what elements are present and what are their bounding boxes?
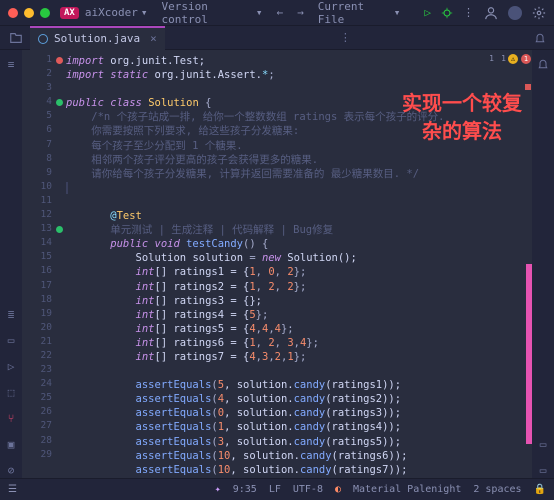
line-sep[interactable]: LF — [269, 484, 281, 495]
todo-icon[interactable]: ☰ — [8, 484, 17, 495]
theme[interactable]: Material Palenight — [353, 484, 461, 495]
build-icon[interactable]: ⬚ — [3, 384, 19, 400]
line-number[interactable]: 8 — [22, 153, 66, 167]
line-number[interactable]: 29 — [22, 449, 66, 463]
line-number[interactable]: 6 — [22, 124, 66, 138]
db-tool[interactable]: ▭ — [535, 436, 551, 452]
line-number[interactable]: 7 — [22, 139, 66, 153]
line-number[interactable]: 18 — [22, 294, 66, 308]
line-number[interactable]: 27 — [22, 420, 66, 434]
line-number[interactable]: 5 — [22, 110, 66, 124]
ai-status[interactable]: ✦ — [215, 484, 221, 495]
settings-icon[interactable] — [532, 6, 546, 20]
chevron-down-icon: ▾ — [256, 6, 263, 19]
line-number[interactable]: 21 — [22, 336, 66, 350]
change-mark[interactable] — [526, 264, 532, 444]
right-tool2[interactable]: ▭ — [535, 462, 551, 478]
gutter: 1234567891011121314151617181920212223242… — [22, 50, 66, 478]
line-number[interactable]: 12 — [22, 209, 66, 223]
line-number[interactable]: 14 — [22, 237, 66, 251]
tab-row: Solution.java × ⋮ — [0, 26, 554, 50]
chevron-down-icon: ▾ — [141, 6, 148, 19]
line-number[interactable]: 25 — [22, 392, 66, 406]
maximize-window[interactable] — [40, 8, 50, 18]
notifications-tool[interactable] — [535, 56, 551, 72]
run-button[interactable]: ▷ — [424, 6, 431, 19]
file-tab[interactable]: Solution.java × — [30, 26, 165, 50]
structure-icon[interactable]: ≣ — [3, 306, 19, 322]
error-mark[interactable] — [525, 84, 531, 90]
line-number[interactable]: 3 — [22, 82, 66, 96]
close-tab-icon[interactable]: × — [150, 32, 157, 45]
line-number[interactable]: 24 — [22, 378, 66, 392]
theme-icon: ◐ — [335, 484, 341, 495]
menu-icon[interactable]: ≡ — [3, 56, 19, 72]
avatar[interactable] — [508, 6, 522, 20]
line-number[interactable]: 15 — [22, 251, 66, 265]
close-window[interactable] — [8, 8, 18, 18]
more-run-icon[interactable]: ⋮ — [463, 6, 474, 19]
bookmark-icon[interactable]: ▭ — [3, 332, 19, 348]
line-number[interactable]: 28 — [22, 435, 66, 449]
line-number[interactable]: 20 — [22, 322, 66, 336]
code-area[interactable]: import org.junit.Test; import static org… — [66, 50, 532, 478]
terminal-icon[interactable]: ▣ — [3, 436, 19, 452]
line-number[interactable]: 19 — [22, 308, 66, 322]
marker-bar[interactable]: 1 ⚠ 1 1 — [522, 50, 532, 478]
line-number[interactable]: 17 — [22, 280, 66, 294]
brand-tag: AX — [60, 7, 79, 19]
git-icon[interactable]: ⑂ — [3, 410, 19, 426]
line-number[interactable]: 9 — [22, 167, 66, 181]
line-number[interactable]: 4 — [22, 96, 66, 110]
tab-options-icon[interactable]: ⋮ — [340, 31, 351, 44]
titlebar: AX aiXcoder▾ Version control▾ ← → Curren… — [0, 0, 554, 26]
line-number[interactable]: 13 — [22, 223, 66, 237]
error-badge[interactable]: 1 — [521, 54, 531, 64]
window-controls[interactable] — [8, 8, 50, 18]
warn-count: 1 — [501, 54, 506, 63]
line-number[interactable]: 2 — [22, 68, 66, 82]
notifications-icon[interactable] — [534, 32, 546, 44]
line-number[interactable]: 22 — [22, 350, 66, 364]
brand-menu[interactable]: aiXcoder▾ — [85, 6, 148, 19]
warn-badge[interactable]: ⚠ — [508, 54, 518, 64]
status-bar: ☰ ✦ 9:35 LF UTF-8 ◐ Material Palenight 2… — [0, 478, 554, 500]
indent[interactable]: 2 spaces — [473, 484, 521, 495]
tab-label: Solution.java — [54, 32, 140, 45]
problems-icon[interactable]: ⊘ — [3, 462, 19, 478]
line-number[interactable]: 10 — [22, 181, 66, 195]
run-tool-icon[interactable]: ▷ — [3, 358, 19, 374]
weak-count: 1 — [489, 54, 494, 63]
file-type-icon — [38, 34, 48, 44]
readonly-icon[interactable]: 🔒 — [534, 484, 546, 495]
user-icon[interactable] — [484, 6, 498, 20]
run-config[interactable]: Current File ▾ — [318, 0, 401, 26]
nav-fwd[interactable]: → — [297, 6, 304, 19]
vcs-menu[interactable]: Version control▾ — [161, 0, 262, 26]
project-tool-icon[interactable] — [6, 31, 26, 45]
debug-button[interactable] — [441, 7, 453, 19]
line-number[interactable]: 1 — [22, 54, 66, 68]
line-number[interactable]: 11 — [22, 195, 66, 209]
encoding[interactable]: UTF-8 — [293, 484, 323, 495]
right-toolbar: ▭ ▭ — [532, 50, 554, 478]
left-toolbar: ≡ ≣ ▭ ▷ ⬚ ⑂ ▣ ⊘ — [0, 50, 22, 478]
minimize-window[interactable] — [24, 8, 34, 18]
line-number[interactable]: 26 — [22, 406, 66, 420]
line-number[interactable]: 23 — [22, 364, 66, 378]
editor[interactable]: 1234567891011121314151617181920212223242… — [22, 50, 532, 478]
nav-back[interactable]: ← — [277, 6, 284, 19]
line-number[interactable]: 16 — [22, 265, 66, 279]
cursor-pos[interactable]: 9:35 — [233, 484, 257, 495]
